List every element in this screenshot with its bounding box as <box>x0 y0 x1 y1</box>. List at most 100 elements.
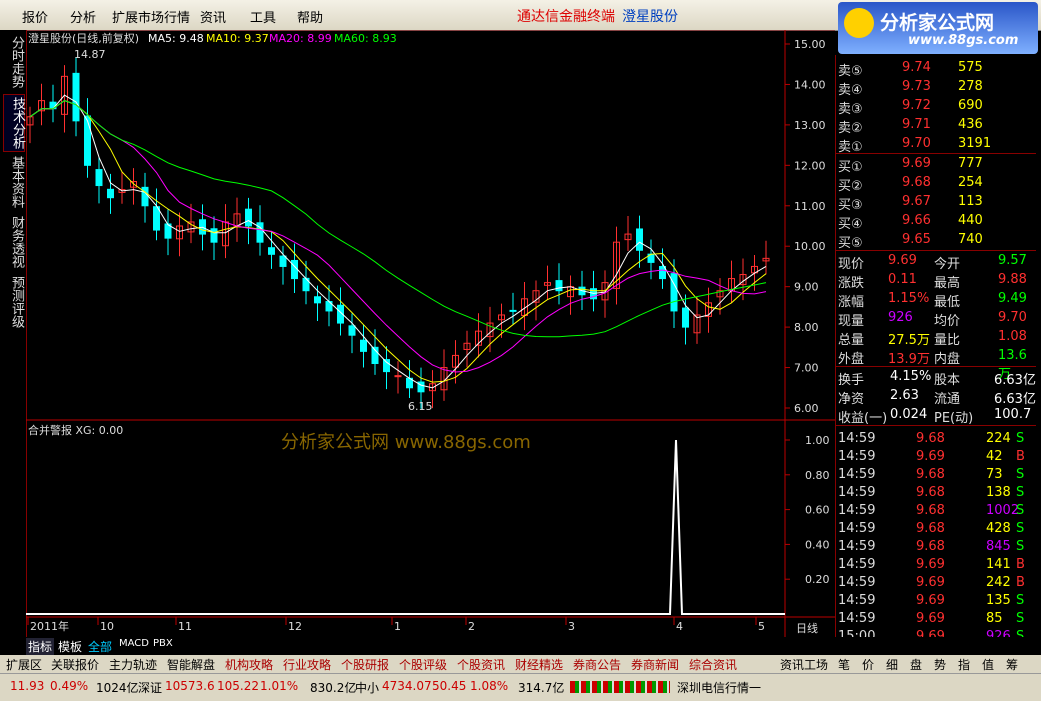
quote-row-cell: 量比 <box>934 333 961 348</box>
quote-row-cell: 现价 <box>838 257 865 272</box>
func-tab[interactable]: 券商公告 <box>573 656 621 673</box>
tick-row-cell: 1002 <box>986 503 1020 518</box>
fundamental-row-cell: 6.63亿 <box>994 373 1036 388</box>
sell-row: 卖④ 9.73 278 <box>836 78 1036 98</box>
tick-row: 14:59 9.69 242 B <box>836 574 1036 592</box>
func-tab[interactable]: 扩展区 <box>6 656 42 673</box>
func-tab[interactable]: 智能解盘 <box>167 656 215 673</box>
right-tab[interactable]: 筹 <box>1006 656 1018 673</box>
fundamental-row-cell: 收益(一) <box>838 411 888 426</box>
sz-value: 10573.6 <box>165 679 215 693</box>
tab-intraday[interactable]: 分时走势 <box>3 34 24 90</box>
right-tab[interactable]: 笔 <box>838 656 850 673</box>
func-tab[interactable]: 个股资讯 <box>457 656 505 673</box>
right-tab[interactable]: 值 <box>982 656 994 673</box>
func-tab[interactable]: 券商新闻 <box>631 656 679 673</box>
menu-help[interactable]: 帮助 <box>297 7 323 26</box>
right-tab[interactable]: 盘 <box>910 656 922 673</box>
ma60-label: MA60: 8.93 <box>334 32 397 45</box>
fundamental-row: 换手 4.15% 股本 6.63亿 <box>836 368 1036 388</box>
panel-separator <box>836 153 1036 154</box>
stock-name-title: 澄星股份 <box>622 9 678 25</box>
fundamental-row-cell: 2.63 <box>890 388 919 403</box>
tick-row-cell: S <box>1016 467 1025 482</box>
func-tab[interactable]: 行业攻略 <box>283 656 331 673</box>
tab-basic-info[interactable]: 基本资料 <box>3 154 24 210</box>
tab-technical[interactable]: 技术分析 <box>3 94 25 152</box>
zx-amount: 314.7亿 <box>518 681 565 695</box>
right-tab[interactable]: 价 <box>862 656 874 673</box>
tick-row-cell: 14:59 <box>838 467 876 482</box>
func-tab[interactable]: 个股评级 <box>399 656 447 673</box>
panel-separator <box>836 366 1036 367</box>
candle-body <box>509 309 517 312</box>
func-tab[interactable]: 机构攻略 <box>225 656 273 673</box>
tab-template[interactable]: 模板 <box>58 638 82 655</box>
func-tab[interactable]: 财经精选 <box>515 656 563 673</box>
buy-row-cell: 9.68 <box>902 175 931 190</box>
fundamental-row-cell: 6.63亿 <box>994 392 1036 407</box>
tab-financials[interactable]: 财务透视 <box>3 214 24 270</box>
sub-y-tick-label: 1.00 <box>805 434 830 447</box>
quote-row: 外盘 13.9万 内盘 13.6万 <box>836 347 1036 382</box>
quote-row: 涨跌 0.11 最高 9.88 <box>836 271 1036 291</box>
tab-indicator[interactable]: 指标 <box>26 638 55 655</box>
function-tab-bar: 扩展区 关联报价 主力轨迹 智能解盘 机构攻略 行业攻略 个股研报 个股评级 个股资讯 财经精选券… <box>0 655 1041 673</box>
menu-tools[interactable]: 工具 <box>250 7 276 26</box>
x-tick-label: 3 <box>568 620 575 633</box>
quote-row-cell: 926 <box>888 310 913 325</box>
sell-row-cell: 9.73 <box>902 79 931 94</box>
sz-label: 深证 <box>138 681 163 695</box>
quote-row: 现价 9.69 今开 9.57 <box>836 252 1036 272</box>
tick-row-cell: 73 <box>986 467 1003 482</box>
right-tab[interactable]: 细 <box>886 656 898 673</box>
tick-row-cell: 14:59 <box>838 575 876 590</box>
sz-change: 105.22 <box>217 679 259 693</box>
buy-row-cell: 买③ <box>838 198 863 213</box>
fundamental-row-cell: PE(动) <box>934 411 974 426</box>
tick-row-cell: S <box>1016 593 1025 608</box>
tab-macd[interactable]: MACD <box>119 638 149 649</box>
panel-separator <box>836 250 1036 251</box>
quote-row-cell: 9.57 <box>998 253 1027 268</box>
menu-ext-market[interactable]: 扩展市场行情 <box>112 7 190 26</box>
menu-analysis[interactable]: 分析 <box>70 7 96 26</box>
logo-title: 分析家公式网 <box>880 12 995 34</box>
buy-row-cell: 9.66 <box>902 213 931 228</box>
menu-info[interactable]: 资讯 <box>200 7 226 26</box>
right-tab[interactable]: 资讯工场 <box>780 656 828 673</box>
func-tab[interactable]: 个股研报 <box>341 656 389 673</box>
right-tab[interactable]: 势 <box>934 656 946 673</box>
tick-row-cell: 135 <box>986 593 1011 608</box>
tick-row-cell: S <box>1016 503 1025 518</box>
y-tick-label: 7.00 <box>794 362 819 375</box>
zx-pct: 1.08% <box>470 679 509 693</box>
buy-row-cell: 9.65 <box>902 232 931 247</box>
tick-row-cell: 14:59 <box>838 539 876 554</box>
buy-row-cell: 740 <box>958 232 983 247</box>
quote-row-cell: 外盘 <box>838 352 865 367</box>
tick-row: 14:59 9.68 138 S <box>836 484 1036 502</box>
ma20-line <box>29 100 767 373</box>
tick-row-cell: S <box>1016 521 1025 536</box>
sub-y-tick-label: 0.60 <box>805 504 830 517</box>
tick-row-cell: 845 <box>986 539 1011 554</box>
candle-body <box>107 188 114 199</box>
quote-row: 总量 27.5万 量比 1.08 <box>836 328 1036 348</box>
candle-body <box>268 247 275 255</box>
tick-row-cell: 9.69 <box>916 557 945 572</box>
menu-quote[interactable]: 报价 <box>22 7 48 26</box>
func-tab[interactable]: 关联报价 <box>51 656 99 673</box>
tab-forecast[interactable]: 预测评级 <box>3 274 24 330</box>
tick-row-cell: 14:59 <box>838 611 876 626</box>
quote-row-cell: 最高 <box>934 276 961 291</box>
tab-all[interactable]: 全部 <box>88 638 112 655</box>
buy-row: 买② 9.68 254 <box>836 174 1036 194</box>
func-tab[interactable]: 综合资讯 <box>689 656 737 673</box>
price-chart[interactable]: 15.0014.0013.0012.0011.0010.009.008.007.… <box>26 30 835 637</box>
right-tab[interactable]: 指 <box>958 656 970 673</box>
tab-pbx[interactable]: PBX <box>153 638 173 649</box>
sub-y-tick-label: 0.20 <box>805 573 830 586</box>
func-tab[interactable]: 主力轨迹 <box>109 656 157 673</box>
sell-row-cell: 575 <box>958 60 983 75</box>
